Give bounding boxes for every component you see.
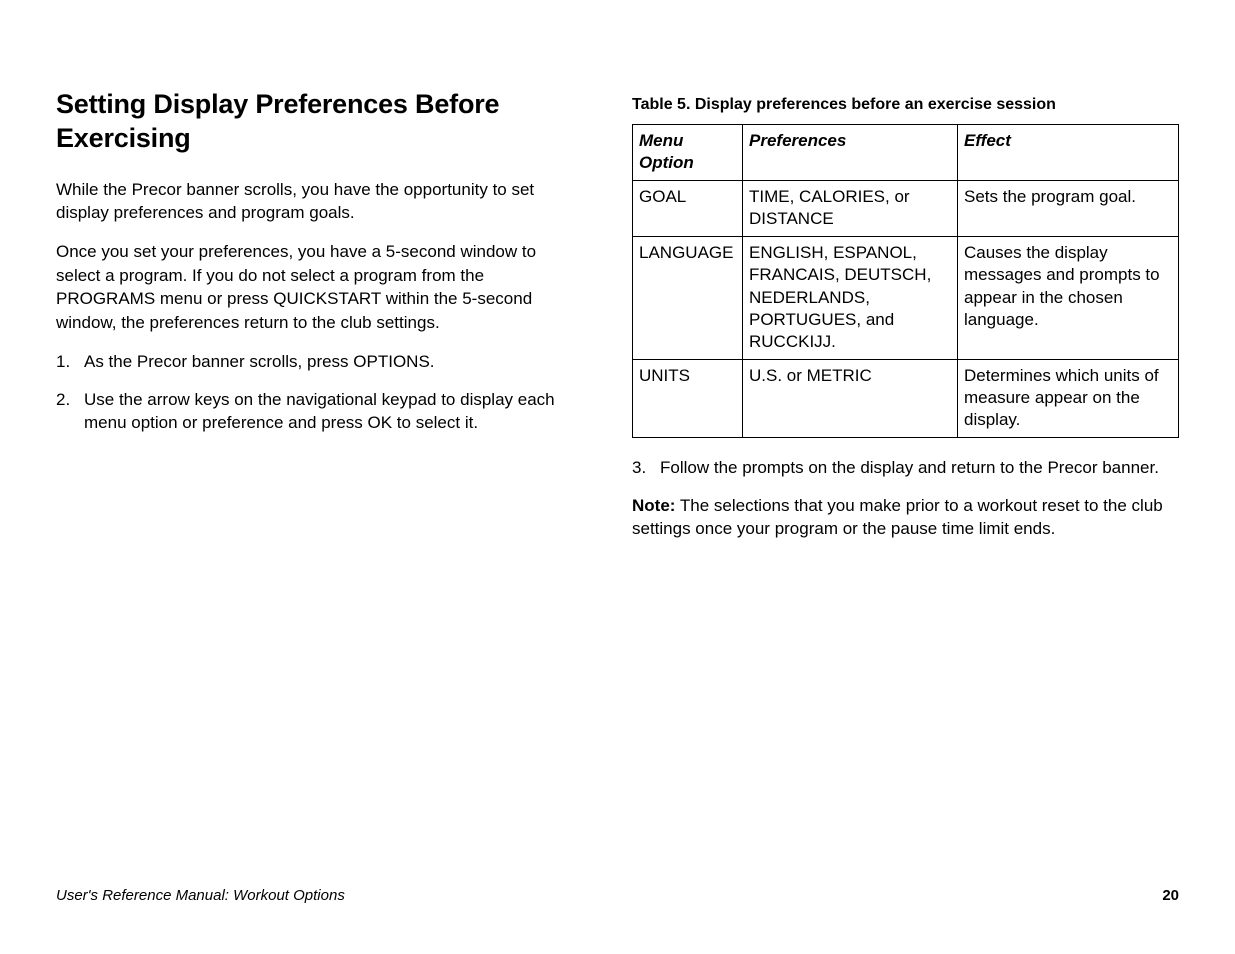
table-caption: Table 5. Display preferences before an e…: [632, 96, 1179, 114]
note-label: Note:: [632, 496, 675, 515]
footer-title: User's Reference Manual: Workout Options: [56, 887, 345, 904]
intro-paragraph-2: Once you set your preferences, you have …: [56, 240, 576, 334]
table-row: LANGUAGE ENGLISH, ESPANOL, FRANCAIS, DEU…: [633, 237, 1179, 359]
page: Setting Display Preferences Before Exerc…: [0, 0, 1235, 954]
cell-pref: U.S. or METRIC: [743, 359, 958, 437]
steps-list-left: As the Precor banner scrolls, press OPTI…: [56, 350, 576, 434]
left-column: Setting Display Preferences Before Exerc…: [56, 88, 576, 556]
step-2: Use the arrow keys on the navigational k…: [56, 388, 576, 435]
right-column: Table 5. Display preferences before an e…: [632, 88, 1179, 556]
th-preferences: Preferences: [743, 125, 958, 181]
step-3: Follow the prompts on the display and re…: [632, 456, 1179, 479]
cell-effect: Determines which units of measure appear…: [958, 359, 1179, 437]
cell-effect: Causes the display messages and prompts …: [958, 237, 1179, 359]
two-column-layout: Setting Display Preferences Before Exerc…: [56, 88, 1179, 556]
th-menu-option: Menu Option: [633, 125, 743, 181]
cell-pref: TIME, CALORIES, or DISTANCE: [743, 181, 958, 237]
note-text: The selections that you make prior to a …: [632, 496, 1163, 538]
section-heading: Setting Display Preferences Before Exerc…: [56, 88, 576, 156]
preferences-table: Menu Option Preferences Effect GOAL TIME…: [632, 124, 1179, 438]
cell-effect: Sets the program goal.: [958, 181, 1179, 237]
cell-pref: ENGLISH, ESPANOL, FRANCAIS, DEUTSCH, NED…: [743, 237, 958, 359]
steps-list-right: Follow the prompts on the display and re…: [632, 456, 1179, 479]
cell-menu: GOAL: [633, 181, 743, 237]
footer-page-number: 20: [1162, 887, 1179, 904]
page-footer: User's Reference Manual: Workout Options…: [56, 887, 1179, 904]
cell-menu: UNITS: [633, 359, 743, 437]
th-effect: Effect: [958, 125, 1179, 181]
table-header-row: Menu Option Preferences Effect: [633, 125, 1179, 181]
step-1: As the Precor banner scrolls, press OPTI…: [56, 350, 576, 373]
cell-menu: LANGUAGE: [633, 237, 743, 359]
table-row: GOAL TIME, CALORIES, or DISTANCE Sets th…: [633, 181, 1179, 237]
table-row: UNITS U.S. or METRIC Determines which un…: [633, 359, 1179, 437]
note-paragraph: Note: The selections that you make prior…: [632, 494, 1179, 541]
intro-paragraph-1: While the Precor banner scrolls, you hav…: [56, 178, 576, 225]
